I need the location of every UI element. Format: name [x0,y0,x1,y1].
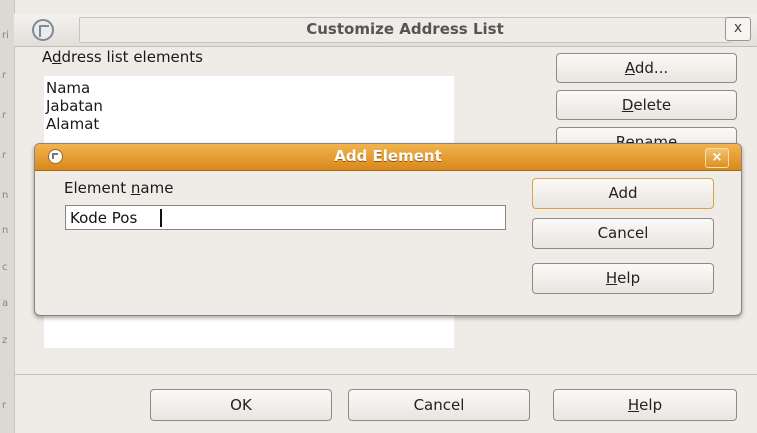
button-label: elp [639,396,663,414]
help-button[interactable]: Help [553,389,737,421]
button-mnemonic: H [627,396,640,414]
label-part: dress list elements [61,48,203,66]
address-list-label: Address list elements [42,48,203,66]
text-caret [160,209,162,227]
label-part: ame [140,179,174,197]
strip-fragment: r [2,400,7,411]
add-element-button[interactable]: Add [532,178,714,209]
button-label: elp [617,269,641,287]
footer-separator [14,374,757,375]
list-item[interactable]: Alamat [46,115,99,133]
label-part: A [42,48,52,66]
label-mnemonic: n [130,179,141,197]
list-item[interactable]: Jabatan [46,97,103,115]
strip-fragment: r [2,70,7,81]
add-element-dialog: Add Element × Element name Add Cancel He… [34,143,742,316]
help-element-button[interactable]: Help [532,263,714,294]
inner-title-bar[interactable]: Add Element × [35,144,741,171]
strip-fragment: z [2,335,8,346]
list-item[interactable]: Nama [46,79,90,97]
outer-title-box: Customize Address List [79,17,731,43]
close-icon[interactable]: × [705,148,729,168]
button-mnemonic: D [621,96,634,114]
inner-dialog-title: Add Element [334,147,442,165]
outer-dialog-title: Customize Address List [306,20,504,38]
button-label: dd... [634,59,669,77]
close-icon[interactable]: x [725,17,751,41]
cancel-button[interactable]: Cancel [348,389,530,421]
button-mnemonic: A [624,59,635,77]
strip-fragment: n [2,225,9,236]
add-button[interactable]: Add... [556,53,737,83]
button-label: elete [633,96,672,114]
label-mnemonic: d [52,48,62,66]
element-name-label: Element name [64,179,173,197]
strip-fragment: ri [2,30,9,41]
label-part: Element [64,179,131,197]
outer-title-bar[interactable]: Customize Address List x [14,14,757,47]
strip-fragment: c [2,262,8,273]
app-icon [32,19,54,41]
delete-button[interactable]: Delete [556,90,737,120]
ok-button[interactable]: OK [150,389,332,421]
cancel-element-button[interactable]: Cancel [532,218,714,249]
button-mnemonic: H [605,269,618,287]
strip-fragment: r [2,150,7,161]
background-window-strip: ri r r r n n c a z r [0,0,15,433]
element-name-input[interactable] [65,205,506,230]
strip-fragment: n [2,190,9,201]
strip-fragment: r [2,110,7,121]
strip-fragment: a [2,298,9,309]
